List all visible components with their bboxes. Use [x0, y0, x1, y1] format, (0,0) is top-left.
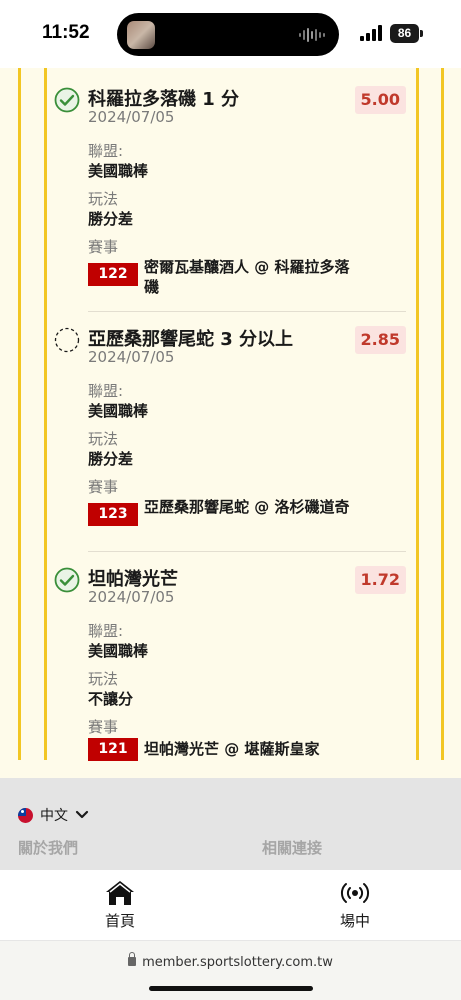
play-type-value: 不讓分	[88, 690, 134, 708]
play-type-value: 勝分差	[88, 450, 134, 468]
status-time: 11:52	[42, 22, 90, 43]
event-label: 賽事	[88, 718, 119, 736]
status-bar: 11:52 86	[0, 0, 461, 68]
play-type-label: 玩法	[88, 430, 119, 448]
home-indicator[interactable]	[149, 986, 313, 991]
nav-home[interactable]: 首頁	[80, 880, 160, 931]
dynamic-island[interactable]	[117, 13, 339, 56]
bet-date: 2024/07/05	[88, 588, 175, 606]
odds-badge: 1.72	[354, 566, 406, 594]
cellular-signal-icon	[360, 25, 382, 41]
taiwan-flag-icon	[18, 807, 33, 823]
language-label: 中文	[40, 808, 68, 824]
language-selector[interactable]: 中文	[18, 805, 89, 825]
event-matchup: 密爾瓦基釀酒人 @ 科羅拉多落磯	[144, 258, 350, 296]
audio-wave-icon	[299, 28, 325, 42]
event-label: 賽事	[88, 478, 119, 496]
battery-level: 86	[390, 24, 419, 43]
event-number-badge: 122	[88, 263, 138, 286]
pending-circle-icon	[54, 327, 80, 353]
home-icon	[106, 881, 134, 905]
divider	[88, 311, 406, 312]
nav-live-label: 場中	[339, 912, 370, 930]
rail-decoration	[44, 68, 47, 760]
check-circle-icon	[54, 87, 80, 113]
league-value: 美國職棒	[88, 642, 149, 660]
live-broadcast-icon	[340, 883, 370, 903]
league-value: 美國職棒	[88, 402, 149, 420]
odds-badge: 5.00	[354, 86, 406, 114]
chevron-down-icon	[75, 810, 89, 819]
league-label: 聯盟:	[88, 382, 124, 400]
url-display[interactable]: member.sportslottery.com.tw	[0, 952, 461, 970]
play-type-label: 玩法	[88, 190, 119, 208]
event-matchup: 坦帕灣光芒 @ 堪薩斯皇家	[144, 740, 320, 758]
rail-decoration	[18, 68, 21, 760]
browser-url-bar[interactable]: member.sportslottery.com.tw	[0, 940, 461, 1000]
battery-icon: 86	[390, 24, 424, 43]
url-text: member.sportslottery.com.tw	[142, 955, 333, 970]
check-circle-icon	[54, 567, 80, 593]
nav-live[interactable]: 場中	[315, 880, 395, 931]
related-links-link[interactable]: 相關連接	[262, 837, 322, 858]
event-number-badge: 123	[88, 503, 138, 526]
league-label: 聯盟:	[88, 142, 124, 160]
divider	[88, 551, 406, 552]
bottom-navigation: 首頁 場中	[0, 870, 461, 940]
play-type-label: 玩法	[88, 670, 119, 688]
now-playing-thumbnail	[127, 21, 155, 49]
bet-slip-content[interactable]: 科羅拉多落磯 1 分 2024/07/05 5.00 聯盟: 美國職棒 玩法 勝…	[0, 68, 461, 778]
bet-date: 2024/07/05	[88, 348, 175, 366]
about-us-link[interactable]: 關於我們	[18, 837, 78, 858]
rail-decoration	[441, 68, 444, 760]
event-matchup: 亞歷桑那響尾蛇 @ 洛杉磯道奇	[144, 498, 350, 516]
event-number-badge: 121	[88, 738, 138, 761]
event-label: 賽事	[88, 238, 119, 256]
lock-icon	[128, 952, 137, 966]
league-label: 聯盟:	[88, 622, 124, 640]
rail-decoration	[416, 68, 419, 760]
play-type-value: 勝分差	[88, 210, 134, 228]
odds-badge: 2.85	[354, 326, 406, 354]
bet-date: 2024/07/05	[88, 108, 175, 126]
league-value: 美國職棒	[88, 162, 149, 180]
nav-home-label: 首頁	[104, 912, 135, 930]
site-footer: 中文 關於我們 相關連接	[0, 778, 461, 870]
